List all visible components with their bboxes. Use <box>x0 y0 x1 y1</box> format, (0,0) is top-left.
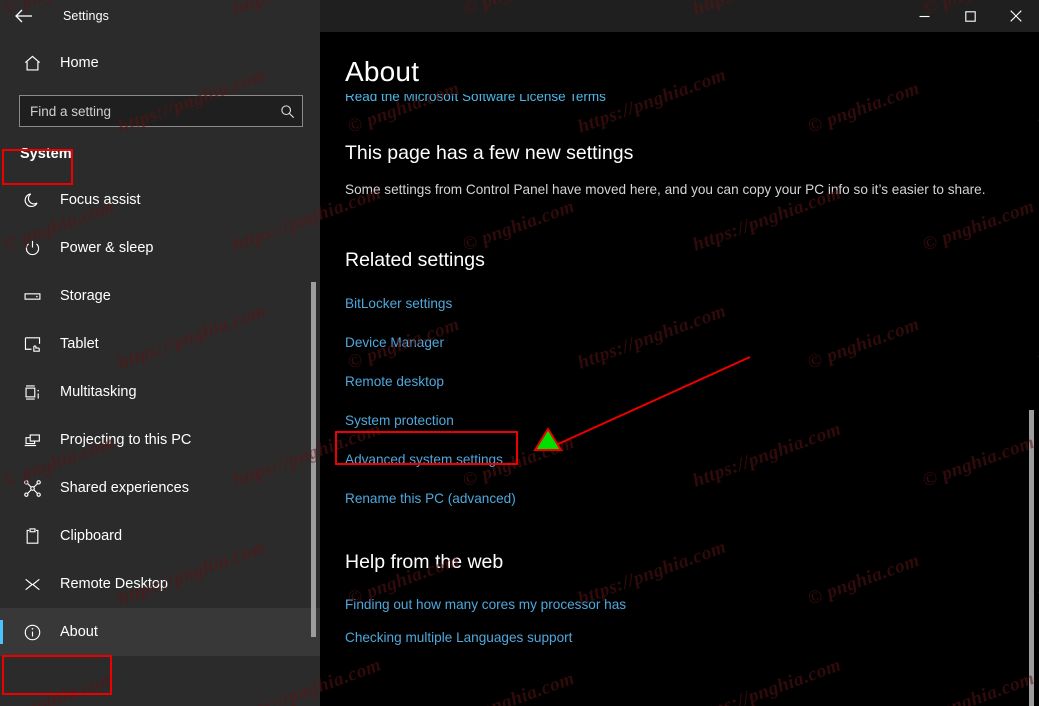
sidebar-nav-list: Focus assist Power & sleep Storage Table… <box>0 176 320 656</box>
search-input[interactable] <box>20 103 272 119</box>
main-content: Read the Microsoft Software License Term… <box>320 32 1039 706</box>
window-controls <box>901 0 1039 32</box>
sidebar-item-label: Shared experiences <box>60 480 189 496</box>
sidebar-section-header: System <box>20 146 72 162</box>
clipboard-icon <box>17 527 47 546</box>
link-processor-cores[interactable]: Finding out how many cores my processor … <box>345 597 626 612</box>
link-row: Remote desktop <box>345 362 1039 401</box>
title-bar-left: Settings <box>0 0 320 32</box>
sidebar-item-multitasking[interactable]: Multitasking <box>0 368 320 416</box>
sidebar-item-shared-experiences[interactable]: Shared experiences <box>0 464 320 512</box>
search-icon[interactable] <box>272 104 302 119</box>
link-bitlocker-settings[interactable]: BitLocker settings <box>345 296 452 311</box>
sidebar-item-tablet[interactable]: Tablet <box>0 320 320 368</box>
multitasking-icon <box>17 383 47 402</box>
sidebar-item-label: Power & sleep <box>60 240 154 256</box>
link-remote-desktop[interactable]: Remote desktop <box>345 374 444 389</box>
new-settings-section: This page has a few new settings Some se… <box>345 142 1039 199</box>
sidebar-item-label: Remote Desktop <box>60 576 168 592</box>
sidebar-item-label: Focus assist <box>60 192 141 208</box>
new-settings-title: This page has a few new settings <box>345 142 634 164</box>
sidebar-item-label: Tablet <box>60 336 99 352</box>
power-icon <box>17 239 47 258</box>
new-settings-description: Some settings from Control Panel have mo… <box>345 182 986 197</box>
info-icon <box>17 623 47 642</box>
help-from-web-links: Finding out how many cores my processor … <box>345 588 1039 654</box>
sidebar-item-clipboard[interactable]: Clipboard <box>0 512 320 560</box>
projecting-icon <box>17 431 47 450</box>
link-row: Rename this PC (advanced) <box>345 479 1039 518</box>
link-row: Finding out how many cores my processor … <box>345 588 1039 621</box>
link-languages-support[interactable]: Checking multiple Languages support <box>345 630 572 645</box>
link-system-protection[interactable]: System protection <box>345 413 454 428</box>
maximize-button[interactable] <box>947 0 993 32</box>
link-row: System protection <box>345 401 1039 440</box>
link-row: BitLocker settings <box>345 284 1039 323</box>
main-scrollbar[interactable] <box>1029 32 1034 706</box>
sidebar-scrollbar-thumb[interactable] <box>311 282 316 637</box>
sidebar-item-remote-desktop[interactable]: Remote Desktop <box>0 560 320 608</box>
remote-desktop-icon <box>17 575 47 594</box>
back-arrow-icon[interactable] <box>0 0 46 32</box>
sidebar: Home System Focus assist <box>0 32 320 706</box>
tablet-icon <box>17 335 47 354</box>
shared-icon <box>17 479 47 498</box>
related-settings-section: Related settings BitLocker settings Devi… <box>345 249 1039 518</box>
help-from-web-title: Help from the web <box>345 551 504 573</box>
sidebar-item-power-sleep[interactable]: Power & sleep <box>0 224 320 272</box>
about-scroll-body: This page has a few new settings Some se… <box>320 32 1039 654</box>
sidebar-item-label: Multitasking <box>60 384 137 400</box>
minimize-button[interactable] <box>901 0 947 32</box>
sidebar-item-label: Storage <box>60 288 111 304</box>
storage-icon <box>17 287 47 306</box>
sidebar-item-focus-assist[interactable]: Focus assist <box>0 176 320 224</box>
close-button[interactable] <box>993 0 1039 32</box>
help-from-web-section: Help from the web Finding out how many c… <box>345 551 1039 654</box>
sidebar-item-projecting-to-this-pc[interactable]: Projecting to this PC <box>0 416 320 464</box>
page-title: About <box>345 56 420 87</box>
sidebar-item-label: Projecting to this PC <box>60 432 192 448</box>
app-title: Settings <box>63 9 109 23</box>
settings-window: Settings Home Find a setting System Focu… <box>0 0 1039 706</box>
sidebar-item-label: Clipboard <box>60 528 123 544</box>
related-settings-links: BitLocker settings Device Manager Remote… <box>345 284 1039 518</box>
link-rename-this-pc[interactable]: Rename this PC (advanced) <box>345 491 516 506</box>
link-row: Advanced system settings <box>345 440 1039 479</box>
sidebar-item-storage[interactable]: Storage <box>0 272 320 320</box>
moon-icon <box>17 191 47 210</box>
sidebar-scrollbar[interactable] <box>311 32 316 706</box>
link-row: Device Manager <box>345 323 1039 362</box>
sidebar-item-home[interactable]: Home <box>0 43 320 83</box>
sidebar-item-label-home: Home <box>60 55 99 71</box>
home-icon <box>17 54 47 73</box>
sidebar-item-label: About <box>60 624 98 640</box>
link-advanced-system-settings[interactable]: Advanced system settings <box>345 452 503 467</box>
link-row: Checking multiple Languages support <box>345 621 1039 654</box>
related-settings-title: Related settings <box>345 249 485 271</box>
title-bar: Settings <box>0 0 1039 32</box>
link-device-manager[interactable]: Device Manager <box>345 335 444 350</box>
sidebar-item-about[interactable]: About <box>0 608 320 656</box>
search-box[interactable] <box>19 95 303 127</box>
page-header: About <box>320 32 1039 94</box>
main-scrollbar-thumb[interactable] <box>1029 410 1034 706</box>
